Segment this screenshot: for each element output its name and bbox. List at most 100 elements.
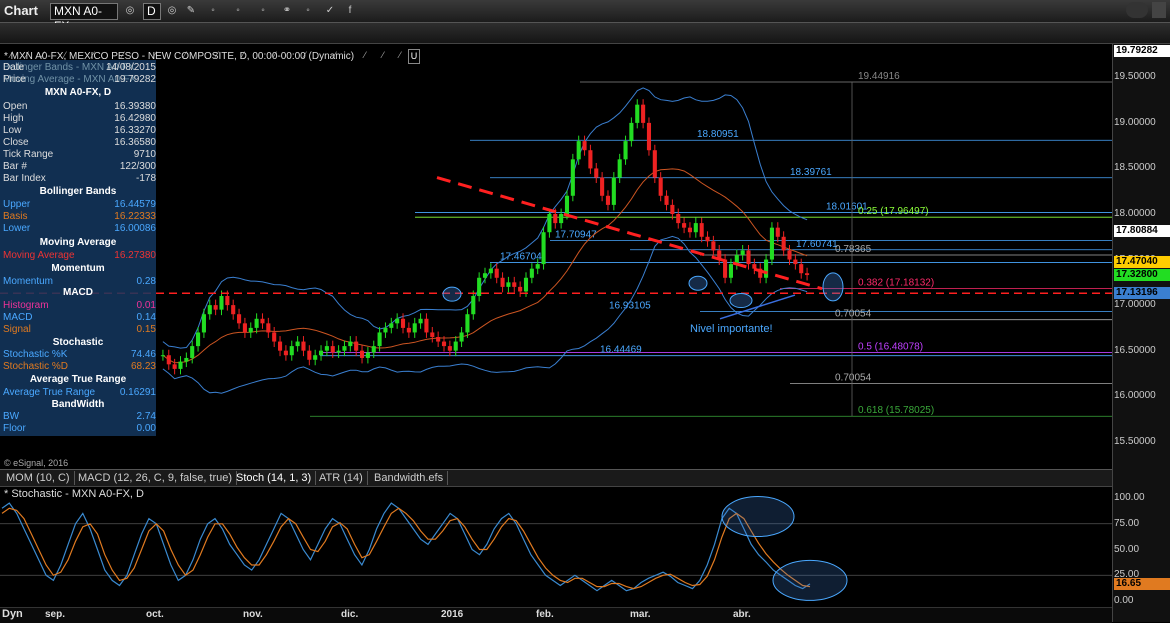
candle-body bbox=[313, 355, 318, 360]
candle-body bbox=[447, 346, 452, 351]
highlight-ellipse bbox=[822, 272, 844, 302]
fib-label: 16.44469 bbox=[600, 345, 642, 356]
bw-value: 2.74 bbox=[136, 411, 156, 422]
candle-body bbox=[330, 346, 335, 353]
tool-icon-1[interactable]: ◦ bbox=[205, 3, 221, 18]
candle-body bbox=[254, 318, 259, 328]
symbol-settings-icon[interactable]: ◎ bbox=[122, 3, 138, 18]
x-axis-label: nov. bbox=[243, 609, 263, 620]
candle-body bbox=[687, 227, 693, 233]
candle-body bbox=[201, 314, 206, 333]
stochastic-chart[interactable] bbox=[0, 486, 1112, 607]
bb-basis-label: Basis bbox=[3, 211, 28, 222]
twitter-icon[interactable]: ✓ bbox=[322, 3, 338, 18]
window-toggle[interactable] bbox=[1126, 2, 1148, 18]
candle-body bbox=[746, 250, 751, 265]
candle-body bbox=[664, 195, 669, 205]
candle-body bbox=[723, 259, 728, 278]
candle-body bbox=[424, 318, 429, 333]
candle-body bbox=[348, 341, 353, 347]
tool-icon-3[interactable]: ◦ bbox=[255, 3, 271, 18]
candle-body bbox=[752, 264, 757, 269]
fib-label: 0.25 (17.96497) bbox=[858, 206, 929, 217]
facebook-icon[interactable]: f bbox=[342, 3, 358, 18]
candle-body bbox=[406, 327, 411, 333]
tool-icon-2[interactable]: ◦ bbox=[230, 3, 246, 18]
candle-body bbox=[553, 214, 558, 224]
candle-body bbox=[231, 305, 236, 315]
symbol-input[interactable]: MXN A0-FX bbox=[50, 3, 118, 33]
draw-tool-icon[interactable]: ✎ bbox=[183, 3, 199, 18]
candle-body bbox=[371, 346, 376, 353]
fib-label: 0.70054 bbox=[835, 372, 872, 383]
candle-body bbox=[740, 250, 745, 255]
candle-body bbox=[196, 332, 201, 347]
candle-body bbox=[471, 296, 476, 315]
candle-body bbox=[260, 318, 265, 324]
data-window: Bollinger Bands - MXN A0-FX Moving Avera… bbox=[0, 60, 156, 436]
x-axis-label: feb. bbox=[536, 609, 554, 620]
interval-input[interactable]: D bbox=[143, 3, 161, 20]
candle-body bbox=[769, 227, 774, 260]
candle-body bbox=[342, 346, 347, 351]
candle-body bbox=[389, 323, 394, 328]
candle-body bbox=[172, 364, 177, 369]
price-axis[interactable] bbox=[1112, 44, 1170, 622]
tab-atr[interactable]: ATR (14) bbox=[315, 471, 368, 485]
fib-label: 0.5 (16.48078) bbox=[858, 341, 923, 352]
price-badge: 17.13196 bbox=[1114, 287, 1170, 300]
window-scroll-button[interactable] bbox=[1152, 2, 1166, 18]
candle-body bbox=[523, 277, 529, 292]
ma-label: Moving Average bbox=[3, 250, 75, 261]
price-chart[interactable]: 19.4491618.8095118.3976118.016010.25 (17… bbox=[0, 44, 1112, 468]
fib-label: 19.44916 bbox=[858, 71, 900, 82]
fib-label: 0.70054 bbox=[835, 309, 872, 320]
link-icon[interactable]: ⚭ bbox=[279, 3, 295, 18]
candle-body bbox=[711, 241, 716, 251]
candle-body bbox=[799, 264, 804, 274]
stoch-y-tick: 0.00 bbox=[1114, 595, 1134, 606]
drawing-toolbar: ⁄ ⁄ ⁄ ⁄ ⁄ ⁄ ⁄ ⁄ ⁄ ⁄ ⁄ ⁄ ⁄ ⁄ ⁄ ⁄ U bbox=[0, 23, 1170, 64]
candle-body bbox=[412, 323, 417, 333]
fib-label: 17.70947 bbox=[555, 229, 597, 240]
dyn-label[interactable]: Dyn bbox=[2, 608, 23, 620]
floor-value: 0.00 bbox=[136, 423, 156, 434]
x-axis-label: sep. bbox=[45, 609, 66, 620]
highlight-ellipse bbox=[442, 286, 462, 302]
candle-body bbox=[641, 104, 646, 123]
tab-bandwidth[interactable]: Bandwidth.efs bbox=[370, 471, 449, 485]
candle-body bbox=[781, 236, 786, 251]
candle-body bbox=[728, 264, 733, 278]
candle-body bbox=[775, 227, 780, 237]
tab-stoch[interactable]: Stoch (14, 1, 3) bbox=[232, 471, 317, 485]
bw-label: BW bbox=[3, 411, 20, 422]
price-badge: 17.47040 bbox=[1114, 256, 1170, 269]
annotation-text: Nivel importante! bbox=[690, 323, 773, 335]
candle-body bbox=[441, 341, 447, 347]
tool-icon-4[interactable]: ◦ bbox=[300, 3, 316, 18]
price-value: 19.79282 bbox=[114, 74, 156, 85]
candle-body bbox=[242, 323, 247, 333]
candle-body bbox=[617, 159, 622, 178]
tab-mom[interactable]: MOM (10, C) bbox=[2, 471, 75, 485]
candle-body bbox=[623, 141, 628, 160]
candle-body bbox=[365, 352, 370, 358]
candle-body bbox=[670, 204, 675, 214]
candle-body bbox=[576, 141, 581, 160]
candle-body bbox=[324, 346, 329, 351]
ma-value: 16.27380 bbox=[114, 250, 156, 261]
candle-body bbox=[793, 259, 798, 265]
fib-label: 0.78365 bbox=[835, 244, 872, 255]
macd-header: MACD bbox=[63, 287, 93, 298]
candle-body bbox=[500, 277, 505, 287]
time-axis: Dyn bbox=[0, 607, 1112, 623]
tab-macd[interactable]: MACD (12, 26, C, 9, false, true) bbox=[74, 471, 238, 485]
atr-value: 0.16291 bbox=[119, 387, 156, 398]
candle-body bbox=[400, 318, 406, 328]
highlight-ellipse bbox=[688, 275, 708, 291]
interval-settings-icon[interactable]: ◎ bbox=[164, 3, 180, 18]
bar-number-label: Bar # bbox=[3, 161, 27, 172]
price-badge: 17.32800 bbox=[1114, 269, 1170, 282]
stoch-k-value: 74.46 bbox=[130, 349, 156, 360]
candle-body bbox=[547, 214, 552, 233]
